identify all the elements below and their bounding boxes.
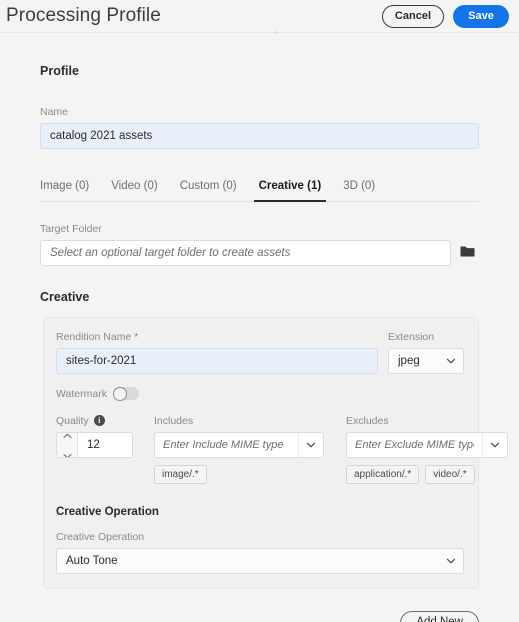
rendition-row: Rendition Name * Extension jpeg — [56, 331, 464, 374]
includes-field — [154, 432, 324, 458]
page-body: Profile Name Image (0) Video (0) Custom … — [0, 33, 519, 622]
target-folder-section: Target Folder — [0, 202, 519, 266]
chevron-down-icon[interactable] — [62, 446, 72, 457]
excludes-dropdown-button[interactable] — [482, 433, 507, 457]
quality-value[interactable]: 12 — [78, 433, 132, 457]
includes-tag[interactable]: image/.* — [154, 465, 207, 484]
quality-label: Quality — [56, 414, 89, 427]
excludes-tag-row: application/.* video/.* — [346, 465, 508, 484]
creative-operation-group: Creative Operation Auto Tone — [56, 531, 464, 574]
save-button[interactable]: Save — [453, 4, 509, 28]
info-icon[interactable]: i — [93, 415, 105, 426]
folder-picker-button[interactable] — [455, 241, 479, 265]
target-folder-label: Target Folder — [40, 223, 102, 235]
target-folder-input-wrap — [40, 240, 451, 266]
header-actions: Cancel Save — [381, 4, 509, 28]
chevron-down-icon — [446, 556, 456, 566]
chevron-down-icon — [306, 440, 316, 450]
watermark-toggle[interactable] — [112, 386, 139, 401]
excludes-label: Excludes — [346, 414, 389, 427]
tab-indicator-tick — [275, 31, 276, 34]
creative-operation-value: Auto Tone — [66, 555, 118, 567]
target-folder-input[interactable] — [40, 240, 451, 266]
excludes-tag[interactable]: video/.* — [425, 465, 475, 484]
quality-includes-excludes-row: Quality i 12 Includes Enter Include MIME… — [56, 414, 508, 484]
includes-label: Includes — [154, 414, 194, 427]
quality-group: Quality i 12 — [56, 414, 141, 458]
chevron-down-icon — [446, 356, 456, 366]
extension-value: jpeg — [398, 355, 420, 367]
extension-label: Extension — [388, 331, 435, 343]
name-input[interactable] — [40, 123, 479, 149]
tab-creative[interactable]: Creative (1) — [248, 176, 333, 202]
tab-image[interactable]: Image (0) — [40, 176, 100, 201]
watermark-label: Watermark — [56, 387, 107, 400]
excludes-label-row: Excludes — [346, 414, 508, 427]
chevron-up-icon[interactable] — [62, 433, 72, 444]
quality-label-row: Quality i — [56, 414, 141, 427]
header-divider — [0, 31, 519, 34]
page-title: Processing Profile — [6, 5, 161, 26]
creative-section-title: Creative — [40, 290, 90, 304]
quality-stepper[interactable]: 12 — [56, 432, 133, 458]
includes-dropdown-button[interactable] — [298, 433, 323, 457]
creative-operation-label: Creative Operation — [56, 531, 145, 543]
creative-rendition-card: Rendition Name * Extension jpeg Watermar… — [43, 317, 508, 589]
watermark-row: Watermark — [56, 386, 464, 401]
page-header: Processing Profile Cancel Save — [0, 0, 519, 32]
profile-section: Profile Name — [0, 33, 519, 149]
includes-group: Includes image/.* — [154, 414, 324, 484]
creative-section-heading: Creative — [0, 266, 519, 304]
extension-group: Extension jpeg — [388, 331, 464, 374]
profile-type-tabs: Image (0) Video (0) Custom (0) Creative … — [40, 176, 479, 202]
watermark-toggle-knob — [112, 386, 127, 401]
includes-label-row: Includes — [154, 414, 324, 427]
excludes-input[interactable] — [347, 433, 482, 457]
quality-stepper-buttons[interactable] — [57, 433, 78, 457]
name-label: Name — [40, 106, 69, 118]
folder-icon — [460, 245, 475, 261]
tab-video[interactable]: Video (0) — [100, 176, 168, 201]
rendition-name-group: Rendition Name * — [56, 331, 378, 374]
add-new-button[interactable]: Add New — [400, 611, 479, 622]
target-folder-row — [40, 240, 479, 266]
add-new-row: Add New — [0, 589, 519, 622]
creative-operation-select[interactable]: Auto Tone — [56, 548, 464, 574]
cancel-button[interactable]: Cancel — [381, 4, 444, 28]
tab-3d[interactable]: 3D (0) — [332, 176, 386, 201]
creative-operation-title: Creative Operation — [56, 506, 159, 518]
extension-select[interactable]: jpeg — [388, 348, 464, 374]
tab-custom[interactable]: Custom (0) — [169, 176, 248, 201]
excludes-group: Excludes application/.* video/.* — [346, 414, 508, 484]
chevron-down-icon — [490, 440, 500, 450]
profile-name-group: Name — [40, 106, 479, 149]
includes-input[interactable] — [155, 433, 298, 457]
includes-tag-row: image/.* — [154, 465, 324, 484]
excludes-field — [346, 432, 508, 458]
rendition-name-label: Rendition Name * — [56, 331, 139, 343]
profile-section-title: Profile — [40, 64, 79, 78]
excludes-tag[interactable]: application/.* — [346, 465, 420, 484]
rendition-name-input[interactable] — [56, 348, 378, 374]
